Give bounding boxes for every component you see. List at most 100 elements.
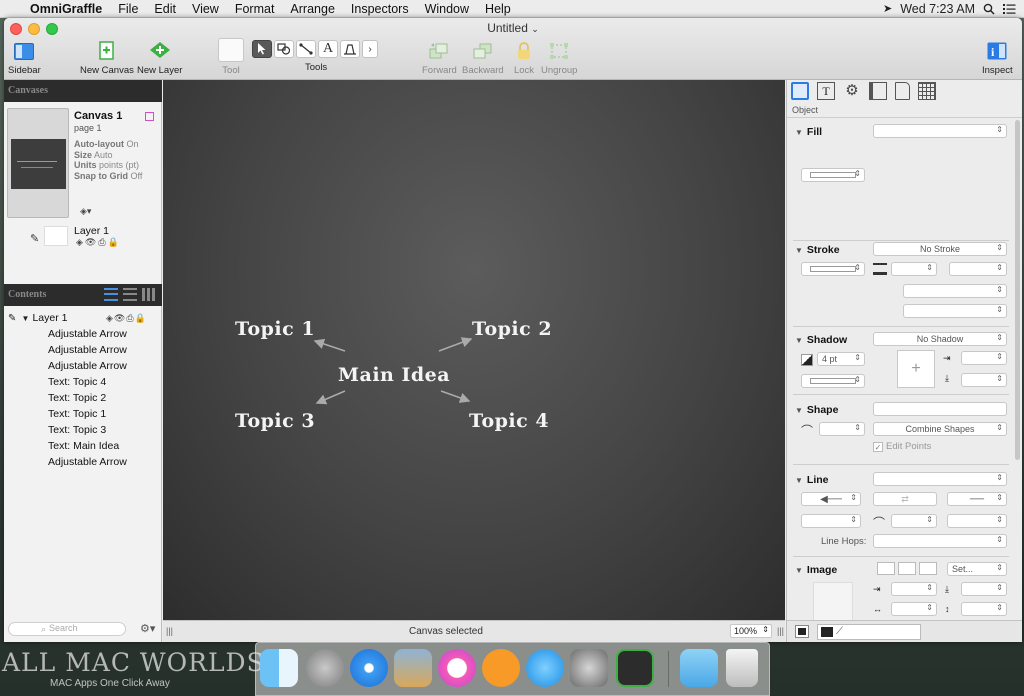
- canvas-thumbnail[interactable]: [7, 108, 69, 218]
- shadow-x-offset-field[interactable]: ⇕: [961, 351, 1007, 365]
- text-tab-icon[interactable]: T: [817, 82, 835, 100]
- line-swap-button[interactable]: ⇄: [873, 492, 937, 506]
- image-tile-icon[interactable]: [919, 562, 937, 575]
- menu-help[interactable]: Help: [477, 2, 519, 16]
- omnigraffle-icon[interactable]: [616, 649, 654, 687]
- outline-item[interactable]: Adjustable Arrow: [48, 456, 158, 472]
- lock-button[interactable]: Lock: [511, 40, 537, 76]
- zoom-stepper-icon[interactable]: ⇕: [762, 625, 769, 634]
- forward-button[interactable]: Forward: [422, 40, 457, 76]
- shadow-offset-pad[interactable]: +: [897, 350, 935, 388]
- itunes-music-icon[interactable]: [438, 649, 476, 687]
- app-store-icon[interactable]: [526, 649, 564, 687]
- topic3-text[interactable]: Topic 3: [235, 410, 315, 432]
- topic4-text[interactable]: Topic 4: [469, 410, 549, 432]
- image-y-field[interactable]: ⇕: [961, 582, 1007, 596]
- menu-format[interactable]: Format: [227, 2, 283, 16]
- stroke-pattern-popup[interactable]: ⇕: [949, 262, 1007, 276]
- image-align-left-icon[interactable]: [877, 562, 895, 575]
- outline-item[interactable]: Text: Topic 4: [48, 376, 158, 392]
- tool-well-button[interactable]: Tool: [218, 38, 244, 76]
- arrow-to-topic3[interactable]: [315, 390, 346, 405]
- text-tool-icon[interactable]: A: [318, 40, 338, 58]
- shadow-style-icon[interactable]: [801, 354, 813, 366]
- topic2-text[interactable]: Topic 2: [472, 318, 552, 340]
- line-curve-field[interactable]: ⇕: [891, 514, 937, 528]
- menu-window[interactable]: Window: [417, 2, 477, 16]
- document-tab-icon[interactable]: [895, 82, 910, 100]
- drawing-canvas[interactable]: Main Idea Topic 1 Topic 2 Topic 3 Topic …: [163, 80, 785, 620]
- canvas-options-icon[interactable]: [145, 112, 154, 121]
- fill-type-popup[interactable]: ⇕: [873, 124, 1007, 138]
- outline-view-icon[interactable]: [104, 288, 118, 301]
- arrow-to-topic4[interactable]: [440, 390, 471, 403]
- safari-compass-icon[interactable]: [350, 649, 388, 687]
- grid-tab-icon[interactable]: [918, 82, 936, 100]
- app-menu[interactable]: OmniGraffle: [22, 2, 110, 16]
- outline-item[interactable]: Text: Topic 3: [48, 424, 158, 440]
- stroke-color-well[interactable]: ⇕: [801, 262, 865, 276]
- topic1-text[interactable]: Topic 1: [235, 318, 315, 340]
- image-x-field[interactable]: ⇕: [891, 582, 937, 596]
- line-head-end-popup[interactable]: ── ⇕: [947, 492, 1007, 506]
- object-tab-icon[interactable]: [791, 82, 809, 100]
- inspect-button[interactable]: i Inspect: [982, 40, 1013, 76]
- pen-tool-icon[interactable]: [340, 40, 360, 58]
- line-end-field[interactable]: ⇕: [947, 514, 1007, 528]
- outline-item[interactable]: Adjustable Arrow: [48, 360, 158, 376]
- menu-inspectors[interactable]: Inspectors: [343, 2, 417, 16]
- main-idea-text[interactable]: Main Idea: [338, 364, 450, 386]
- finder-icon[interactable]: [260, 649, 298, 687]
- action-gear-icon[interactable]: ⚙▾: [140, 622, 155, 635]
- image-width-field[interactable]: ⇕: [891, 602, 937, 616]
- selection-tool-icon[interactable]: [252, 40, 272, 58]
- menu-file[interactable]: File: [110, 2, 146, 16]
- line-tool-icon[interactable]: [296, 40, 316, 58]
- grid-view-icon[interactable]: [142, 288, 157, 301]
- stroke-cap-popup[interactable]: ⇕: [903, 284, 1007, 298]
- downloads-folder-icon[interactable]: [680, 649, 718, 687]
- layer-name[interactable]: Layer 1: [74, 225, 109, 237]
- outline-item[interactable]: Text: Topic 1: [48, 408, 158, 424]
- stroke-type-popup[interactable]: No Stroke ⇕: [873, 242, 1007, 256]
- stroke-join-popup[interactable]: ⇕: [903, 304, 1007, 318]
- edit-points-checkbox[interactable]: ✓: [873, 442, 883, 452]
- layer-visibility-icons[interactable]: ◈👁⎙🔒: [76, 237, 121, 248]
- preview-icon[interactable]: [394, 649, 432, 687]
- ungroup-button[interactable]: Ungroup: [541, 40, 577, 76]
- canvas-tab-icon[interactable]: [869, 82, 887, 100]
- menu-arrange[interactable]: Arrange: [282, 2, 342, 16]
- spotlight-search-icon[interactable]: [983, 3, 995, 15]
- outline-item[interactable]: Adjustable Arrow: [48, 344, 158, 360]
- arrow-to-topic2[interactable]: [438, 337, 473, 352]
- search-field[interactable]: ⌕ Search: [8, 622, 126, 636]
- layer-edit-pencil-icon[interactable]: ✎: [30, 232, 39, 245]
- line-type-popup[interactable]: ⇕: [873, 472, 1007, 486]
- stroke-width-field[interactable]: ⇕: [891, 262, 937, 276]
- inspector-scrollbar[interactable]: [1015, 120, 1020, 460]
- menu-edit[interactable]: Edit: [146, 2, 184, 16]
- line-head-start-popup[interactable]: ◀── ⇕: [801, 492, 861, 506]
- shape-popup[interactable]: [873, 402, 1007, 416]
- shadow-type-popup[interactable]: No Shadow ⇕: [873, 332, 1007, 346]
- window-title[interactable]: Untitled ⌄: [4, 21, 1022, 35]
- fill-swatch-icon[interactable]: [795, 625, 809, 638]
- fill-color-well[interactable]: ⇕: [801, 168, 865, 182]
- arrow-to-topic1[interactable]: [313, 338, 346, 352]
- layers-menu-icon[interactable]: ◈▾: [80, 206, 91, 217]
- disclosure-triangle-icon[interactable]: ▼: [21, 314, 29, 323]
- outline-item[interactable]: Text: Main Idea: [48, 440, 158, 456]
- outline-layer-icons[interactable]: ◈👁⎙🔒: [106, 313, 147, 324]
- system-preferences-gear-icon[interactable]: [570, 649, 608, 687]
- line-start-field[interactable]: ⇕: [801, 514, 861, 528]
- image-set-popup[interactable]: Set... ⇕: [947, 562, 1007, 576]
- new-layer-button[interactable]: New Layer: [137, 40, 182, 76]
- shadow-y-offset-field[interactable]: ⇕: [961, 373, 1007, 387]
- more-tools-chevron-icon[interactable]: ›: [362, 40, 378, 58]
- launchpad-rocket-icon[interactable]: [306, 649, 344, 687]
- shape-tool-icon[interactable]: [274, 40, 294, 58]
- properties-tab-gear-icon[interactable]: ⚙: [843, 82, 861, 100]
- image-well[interactable]: [813, 582, 853, 622]
- notification-center-icon[interactable]: [1003, 3, 1016, 14]
- style-tray[interactable]: ⟋: [817, 624, 921, 640]
